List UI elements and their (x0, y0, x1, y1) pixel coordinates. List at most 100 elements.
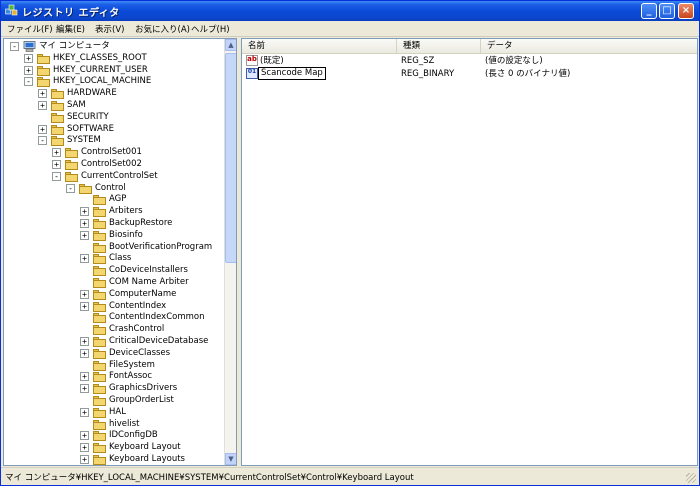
tree-node[interactable]: + Arbiters (4, 206, 224, 218)
collapse-icon[interactable]: - (38, 136, 47, 146)
scroll-down-icon[interactable]: ▼ (225, 453, 236, 465)
tree-node[interactable]: + SAM (4, 100, 224, 112)
expand-icon[interactable]: + (80, 219, 89, 228)
tree-node[interactable]: hivelist (4, 419, 224, 431)
collapse-icon[interactable]: - (66, 183, 75, 193)
expand-icon[interactable]: + (80, 384, 89, 394)
expand-icon[interactable]: + (80, 443, 89, 453)
tree-node[interactable]: + DeviceClasses (4, 348, 224, 360)
value-name-rename-input[interactable]: Scancode Map (258, 67, 326, 80)
expand-icon[interactable]: + (38, 89, 47, 99)
collapse-icon[interactable]: - (10, 42, 19, 51)
tree-node[interactable]: + FontAssoc (4, 371, 224, 383)
expand-icon[interactable]: + (80, 301, 89, 311)
tree-node-label: GraphicsDrivers (109, 383, 178, 394)
expand-icon[interactable]: + (38, 124, 47, 134)
menu-favorites[interactable]: お気に入り(A) (135, 23, 190, 35)
tree-node[interactable]: + SOFTWARE (4, 124, 224, 136)
tree-node[interactable]: COM Name Arbiter (4, 277, 224, 289)
tree-node-label: Class (109, 253, 132, 264)
expand-icon[interactable]: + (80, 337, 89, 346)
tree-node[interactable]: - CurrentControlSet (4, 171, 224, 183)
registry-tree[interactable]: - マイ コンピュータ + HKEY_CLASSES_ROOT + HKEY_CURREN… (3, 38, 237, 466)
scroll-up-icon[interactable]: ▲ (225, 39, 236, 51)
value-row[interactable]: 01 Scancode Map REG_BINARY (長さ 0 のバイナリ値) (242, 67, 697, 80)
tree-node[interactable]: - HKEY_LOCAL_MACHINE (4, 76, 224, 88)
expand-icon[interactable]: + (52, 160, 61, 169)
folder-icon (93, 325, 106, 336)
tree-node[interactable]: + HKEY_CURRENT_USER (4, 65, 224, 77)
expand-icon[interactable]: + (80, 207, 89, 217)
tree-node[interactable]: FileSystem (4, 360, 224, 372)
folder-icon (93, 455, 106, 465)
expand-icon[interactable]: + (80, 431, 89, 441)
resize-grip-icon[interactable] (686, 473, 696, 483)
folder-icon (93, 419, 106, 430)
column-header-name[interactable]: 名前 (242, 39, 397, 54)
collapse-icon[interactable]: - (52, 171, 61, 181)
tree-node[interactable]: - SYSTEM (4, 135, 224, 147)
column-header-data[interactable]: データ (481, 39, 697, 54)
tree-node[interactable]: GroupOrderList (4, 395, 224, 407)
column-header-type[interactable]: 種類 (397, 39, 481, 54)
folder-icon (93, 230, 106, 241)
tree-node-label: ControlSet001 (81, 147, 142, 158)
tree-node[interactable]: + ComputerName (4, 289, 224, 301)
tree-node-label: ContentIndexCommon (109, 312, 205, 323)
menu-edit[interactable]: 編集(E) (56, 23, 85, 35)
folder-icon (37, 77, 50, 88)
tree-node[interactable]: + HAL (4, 407, 224, 419)
tree-vertical-scrollbar[interactable]: ▲ ▼ (224, 39, 236, 465)
close-button[interactable]: × (678, 3, 694, 19)
tree-node[interactable]: + Keyboard Layout (4, 442, 224, 454)
expand-icon[interactable]: + (24, 65, 33, 75)
tree-node[interactable]: + IDConfigDB (4, 430, 224, 442)
tree-node[interactable]: + Keyboard Layouts (4, 454, 224, 465)
folder-icon (51, 101, 64, 111)
tree-node[interactable]: + ControlSet002 (4, 159, 224, 171)
value-type: REG_BINARY (401, 69, 455, 79)
expand-icon[interactable]: + (80, 372, 89, 382)
expand-icon[interactable]: + (52, 148, 61, 158)
tree-node[interactable]: + CriticalDeviceDatabase (4, 336, 224, 348)
expand-icon[interactable]: + (80, 289, 89, 299)
tree-node[interactable]: BootVerificationProgram (4, 242, 224, 254)
tree-node[interactable]: + HARDWARE (4, 88, 224, 100)
tree-node[interactable]: CrashControl (4, 324, 224, 336)
title-bar[interactable]: レジストリ エディタ _ □ × (1, 1, 699, 21)
menu-view[interactable]: 表示(V) (95, 23, 124, 35)
expand-icon[interactable]: + (80, 230, 89, 240)
scroll-thumb[interactable] (225, 53, 236, 263)
tree-node[interactable]: + BackupRestore (4, 218, 224, 230)
tree-node[interactable]: + ControlSet001 (4, 147, 224, 159)
tree-node-label: IDConfigDB (109, 430, 158, 441)
tree-node[interactable]: + Class (4, 253, 224, 265)
minimize-button[interactable]: _ (641, 3, 657, 19)
expand-icon[interactable]: + (80, 455, 89, 464)
tree-node[interactable]: + HKEY_CLASSES_ROOT (4, 53, 224, 65)
value-list[interactable]: 名前 種類 データ ab (既定) REG_SZ (値の設定なし) 01 Sca… (241, 38, 698, 466)
folder-icon (93, 207, 106, 218)
expand-icon[interactable]: + (80, 348, 89, 358)
tree-node[interactable]: - Control (4, 183, 224, 195)
menu-file[interactable]: ファイル(F) (7, 23, 53, 35)
tree-node[interactable]: ContentIndexCommon (4, 312, 224, 324)
folder-icon (93, 254, 106, 265)
expand-icon[interactable]: + (80, 407, 89, 417)
collapse-icon[interactable]: - (24, 77, 33, 87)
tree-node[interactable]: + Biosinfo (4, 230, 224, 242)
value-row[interactable]: ab (既定) REG_SZ (値の設定なし) (242, 55, 697, 67)
expand-icon[interactable]: + (38, 101, 47, 110)
close-icon: × (681, 5, 691, 16)
tree-node[interactable]: + ContentIndex (4, 301, 224, 313)
menu-help[interactable]: ヘルプ(H) (191, 23, 230, 35)
maximize-button[interactable]: □ (659, 3, 675, 19)
tree-node[interactable]: + GraphicsDrivers (4, 383, 224, 395)
tree-node[interactable]: CoDeviceInstallers (4, 265, 224, 277)
tree-node[interactable]: - マイ コンピュータ (4, 41, 224, 53)
expand-icon[interactable]: + (24, 53, 33, 63)
value-data: (長さ 0 のバイナリ値) (485, 69, 571, 79)
tree-node[interactable]: AGP (4, 194, 224, 206)
tree-node[interactable]: SECURITY (4, 112, 224, 124)
expand-icon[interactable]: + (80, 254, 89, 264)
